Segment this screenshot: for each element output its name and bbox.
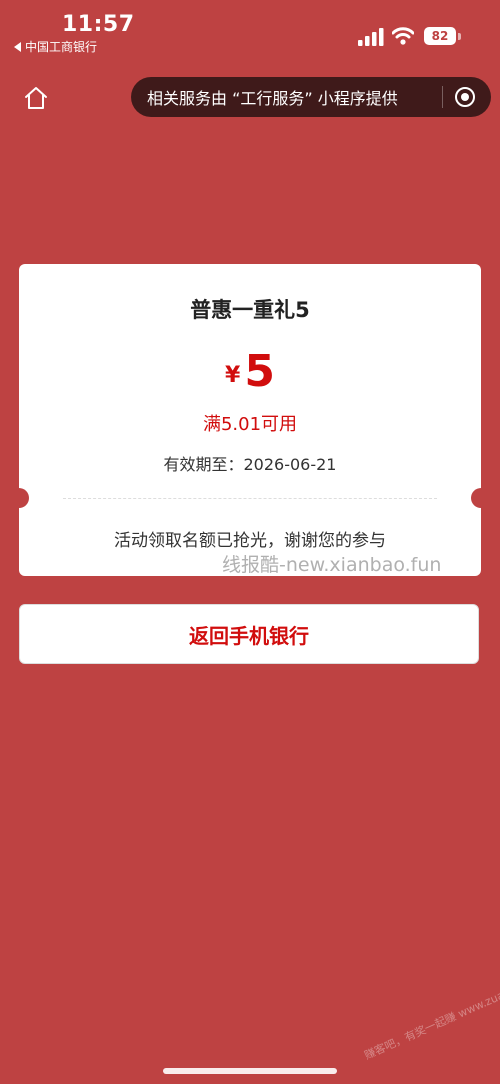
home-icon	[25, 87, 47, 109]
battery-indicator: 82	[424, 27, 461, 45]
coupon-title: 普惠一重礼5	[190, 298, 310, 322]
coupon-validity: 有效期至：2026-06-21	[163, 455, 337, 474]
watermark-text: 线报酷-new.xianbao.fun	[222, 554, 442, 576]
coupon-card: 普惠一重礼5 ¥5 满5.01可用 有效期至：2026-06-21 活动领取名额…	[9, 264, 491, 576]
card-dashed-divider	[63, 498, 437, 499]
battery-level: 82	[424, 27, 456, 45]
pill-divider	[442, 86, 443, 108]
home-indicator[interactable]	[163, 1068, 337, 1074]
back-to-app-link[interactable]: 中国工商银行	[14, 38, 97, 55]
coupon-status-message: 活动领取名额已抢光，谢谢您的参与	[114, 531, 386, 551]
status-bar: 11:57 中国工商银行 82	[0, 0, 500, 64]
status-time: 11:57	[62, 12, 135, 37]
card-notch-left	[9, 488, 29, 508]
mini-program-menu-button[interactable]	[451, 83, 479, 111]
currency-symbol: ¥	[225, 363, 241, 388]
service-provider-text: 相关服务由 “工行服务” 小程序提供	[147, 89, 398, 108]
target-icon	[455, 87, 475, 107]
corner-watermark: 赚客吧，有奖一起赚 www.zuanke8.com	[362, 966, 500, 1063]
back-arrow-icon	[14, 41, 21, 52]
service-provider-pill: 相关服务由 “工行服务” 小程序提供	[131, 77, 491, 117]
back-app-label: 中国工商银行	[25, 40, 98, 54]
coupon-condition: 满5.01可用	[202, 414, 298, 435]
coupon-amount: ¥5	[19, 346, 481, 397]
card-notch-right	[471, 488, 491, 508]
amount-value: 5	[244, 346, 275, 397]
home-button[interactable]	[18, 80, 54, 116]
battery-cap	[458, 32, 461, 40]
wifi-icon	[392, 27, 414, 45]
return-to-mobile-banking-button[interactable]: 返回手机银行	[19, 604, 479, 664]
cellular-signal-icon	[358, 28, 384, 46]
